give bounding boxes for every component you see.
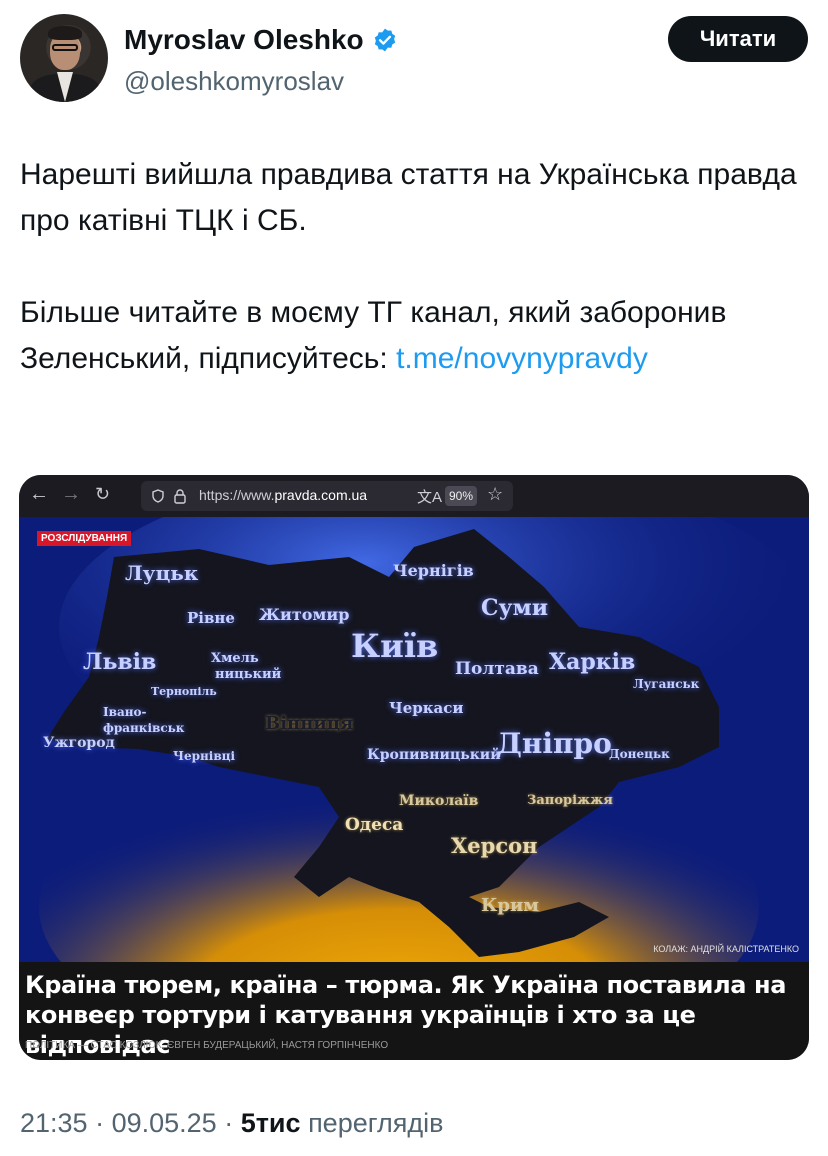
city-kharkiv: Харків (549, 649, 636, 675)
city-poltava: Полтава (455, 659, 539, 679)
city-luhansk: Луганськ (633, 677, 700, 691)
back-arrow-icon: ← (29, 483, 49, 505)
article-byline: ПОЛІТИКА — СТАС КОЗЛЮК, ЄВГЕН БУДЕРАЦЬКИ… (25, 1040, 389, 1051)
tweet-time[interactable]: 21:35 (20, 1108, 88, 1138)
tweet-text: Нарешті вийшла правдива стаття на Україн… (20, 152, 810, 382)
city-vinnytsia: Вінниця (265, 713, 354, 734)
city-odesa: Одеса (345, 815, 404, 835)
tweet-paragraph-2: Більше читайте в моєму ТГ канал, який за… (20, 290, 810, 382)
views-count: 5тис (240, 1108, 301, 1138)
follow-button[interactable]: Читати (668, 16, 808, 62)
city-mykolaiv: Миколаїв (399, 793, 479, 809)
city-kropyvnytskyi: Кропивницький (367, 747, 501, 763)
tweet-paragraph-1: Нарешті вийшла правдива стаття на Україн… (20, 158, 797, 237)
city-chernihiv: Чернігів (393, 561, 474, 580)
city-chernivtsi: Чернівці (173, 749, 236, 763)
author-name-row[interactable]: Myroslav Oleshko (124, 24, 398, 56)
shield-icon (152, 489, 164, 503)
map-image: РОЗСЛІДУВАННЯ Луцьк Рівне Житомир Черніг… (19, 517, 809, 962)
city-zhytomyr: Житомир (259, 605, 350, 624)
city-donetsk: Донецьк (609, 747, 670, 761)
article-headline-block[interactable]: Країна тюрем, країна – тюрма. Як Україна… (19, 962, 809, 1060)
city-cherkasy: Черкаси (389, 699, 464, 717)
city-kyiv: Київ (351, 627, 439, 665)
tweet-header: Myroslav Oleshko @oleshkomyroslav Читати (20, 14, 808, 104)
media-card[interactable]: ← → ↻ https://www.pravda.com.ua 文A 90% ☆ (19, 475, 809, 1060)
url-text: https://www.pravda.com.ua (199, 487, 367, 503)
star-icon: ☆ (487, 484, 504, 504)
city-khmelnytskyi-2: ницький (215, 667, 282, 682)
city-ivano-1: Івано- (103, 705, 147, 719)
views-label: переглядів (308, 1108, 444, 1138)
author-handle[interactable]: @oleshkomyroslav (124, 66, 344, 97)
photo-credit: КОЛАЖ: АНДРІЙ КАЛІСТРАТЕНКО (653, 944, 799, 954)
city-uzhhorod: Ужгород (43, 735, 115, 751)
url-domain: pravda.com.ua (274, 487, 368, 503)
tweet-meta: 21:35 · 09.05.25 · 5тис переглядів (20, 1108, 444, 1138)
lock-icon (174, 489, 186, 504)
url-bar: https://www.pravda.com.ua 文A 90% ☆ (141, 481, 513, 511)
city-lviv: Львів (83, 649, 157, 675)
city-khmelnytskyi-1: Хмель (211, 651, 259, 666)
city-dnipro: Дніпро (497, 727, 612, 760)
city-krym: Крим (481, 895, 539, 916)
city-ivano-2: франківськ (103, 721, 185, 735)
zoom-badge: 90% (445, 486, 477, 506)
city-zaporizhzhia: Запоріжжя (527, 793, 613, 808)
forward-arrow-icon: → (61, 483, 81, 505)
author-name[interactable]: Myroslav Oleshko (124, 24, 364, 56)
city-lutsk: Луцьк (125, 561, 199, 585)
city-kherson: Херсон (451, 833, 538, 858)
city-rivne: Рівне (187, 609, 235, 627)
city-ternopil: Тернопіль (151, 685, 217, 698)
investigation-tag: РОЗСЛІДУВАННЯ (37, 531, 132, 546)
verified-badge-icon (374, 28, 395, 52)
browser-toolbar: ← → ↻ https://www.pravda.com.ua 文A 90% ☆ (19, 475, 809, 517)
reload-icon: ↻ (95, 484, 111, 504)
translate-icon: 文A (417, 489, 443, 506)
url-prefix: https://www. (199, 487, 275, 503)
telegram-link[interactable]: t.me/​novynypravdy (396, 342, 648, 375)
avatar[interactable] (20, 14, 108, 102)
tweet-date[interactable]: 09.05.25 (112, 1108, 217, 1138)
city-sumy: Суми (481, 595, 549, 621)
